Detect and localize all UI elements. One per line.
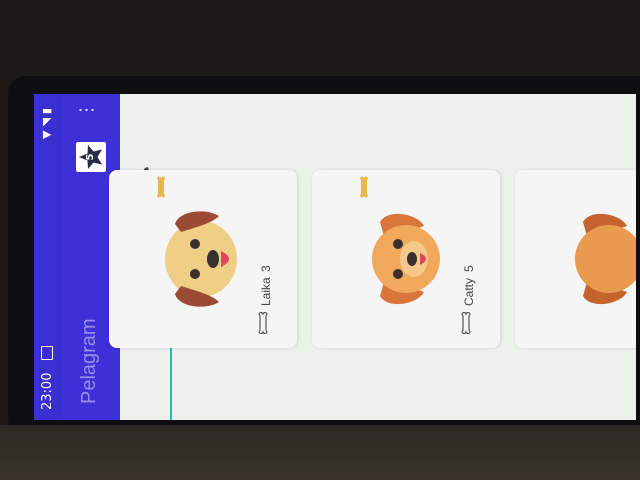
bone-icon[interactable] bbox=[155, 176, 171, 198]
dog-avatar-icon bbox=[575, 213, 636, 305]
dog-card[interactable]: Laika 3 bbox=[109, 170, 297, 348]
status-bar: 23:00 ▼◥▮ bbox=[34, 94, 62, 420]
app-viewport: 23:00 ▼◥▮ Pelagram 5 · · · Laika 3 Catty… bbox=[34, 94, 636, 420]
dog-card[interactable]: Catty 5 bbox=[312, 170, 500, 348]
bone-icon bbox=[461, 312, 471, 334]
dog-age: 3 bbox=[259, 265, 273, 272]
dog-age: 5 bbox=[462, 265, 476, 272]
overflow-menu-icon[interactable]: · · · bbox=[71, 104, 102, 116]
dog-card[interactable] bbox=[515, 170, 636, 348]
phone-screen: 23:00 ▼◥▮ Pelagram 5 · · · Laika 3 Catty… bbox=[34, 94, 636, 420]
favorites-button[interactable]: 5 bbox=[76, 142, 106, 172]
bone-icon bbox=[258, 312, 268, 334]
dog-avatar-icon bbox=[372, 213, 440, 305]
favorites-count: 5 bbox=[85, 153, 96, 161]
status-time: 23:00 bbox=[40, 372, 55, 410]
dog-name: Laika bbox=[259, 277, 273, 306]
status-icons: ▼◥▮ bbox=[40, 104, 53, 139]
desk-surface bbox=[0, 425, 640, 480]
dog-name: Catty bbox=[462, 277, 476, 306]
message-icon bbox=[41, 346, 53, 360]
app-title: Pelagram bbox=[78, 318, 100, 404]
dog-avatar-icon bbox=[165, 211, 237, 307]
bone-icon[interactable] bbox=[358, 176, 374, 198]
